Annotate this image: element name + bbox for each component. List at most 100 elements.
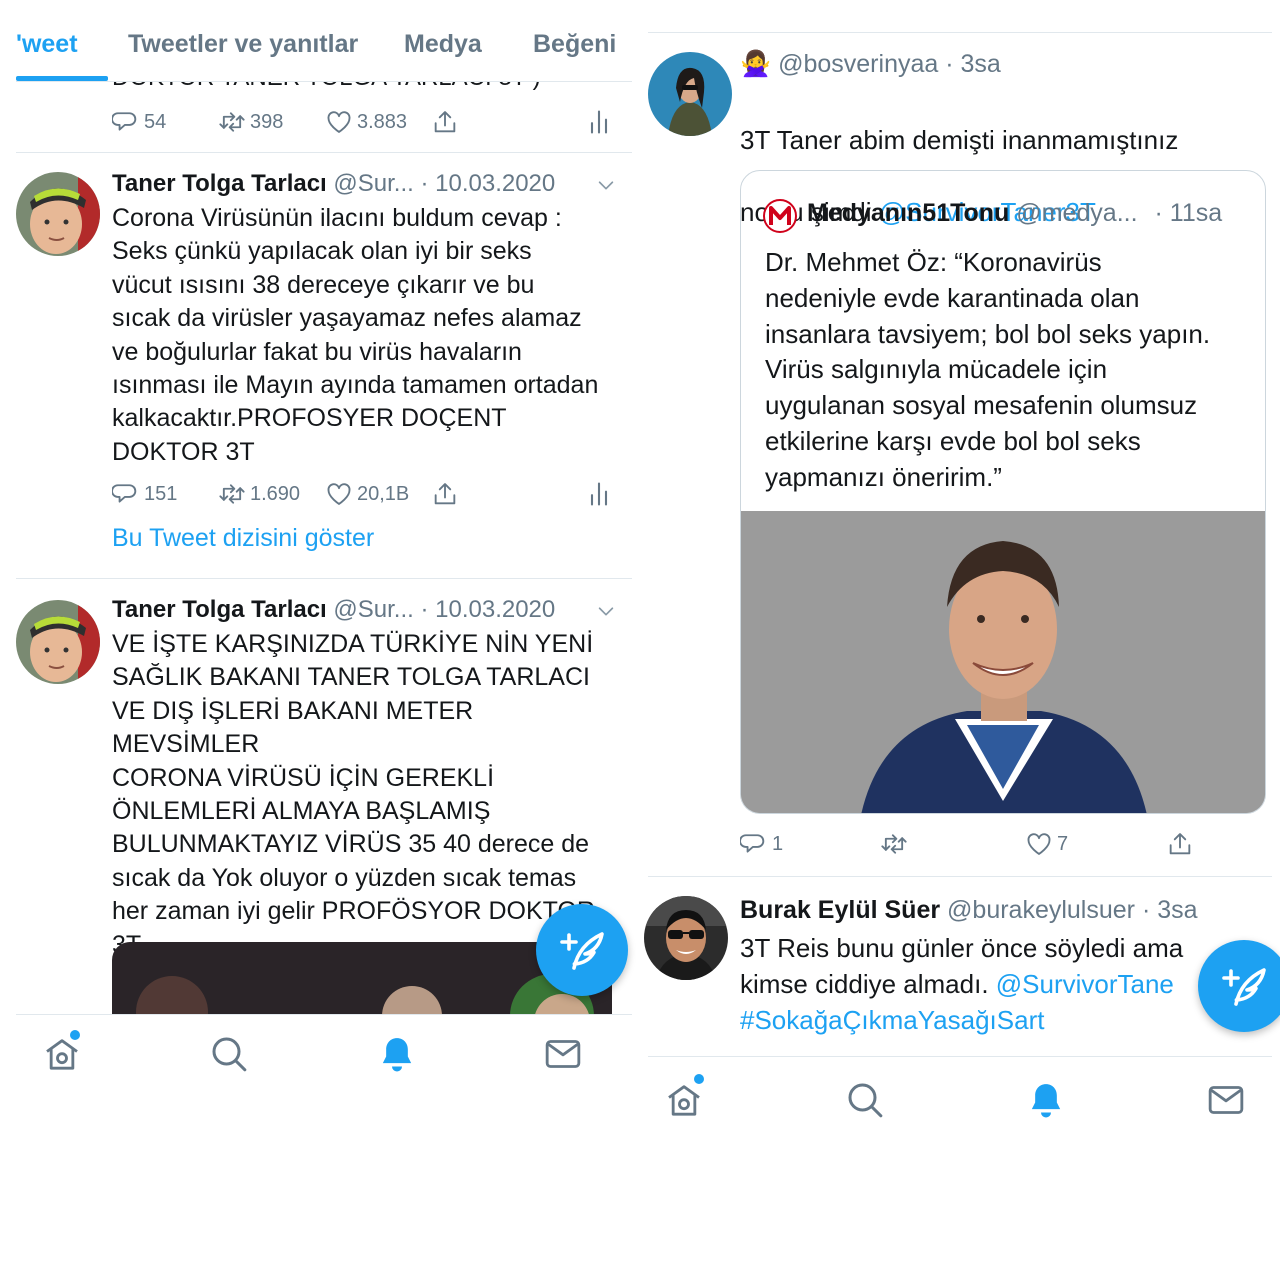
display-name[interactable]: Taner Tolga Tarlacı	[112, 596, 327, 623]
bell-icon[interactable]	[1026, 1080, 1066, 1120]
reply-button[interactable]: 151	[112, 480, 177, 508]
user-handle[interactable]: @Sur...	[333, 596, 413, 623]
retweet-icon	[880, 830, 908, 858]
tweet-header: Taner Tolga Tarlacı @Sur... · 10.03.2020	[112, 596, 555, 624]
tab-tweets[interactable]: 'weet	[16, 30, 78, 59]
like-count: 3.883	[357, 110, 408, 133]
display-name[interactable]: Burak Eylül Süer	[740, 896, 940, 924]
display-name[interactable]: Taner Tolga Tarlacı	[112, 170, 327, 197]
tweet-header: Taner Tolga Tarlacı @Sur... · 10.03.2020	[112, 170, 555, 198]
reply-icon	[112, 108, 140, 136]
retweet-button[interactable]	[880, 830, 908, 858]
right-screenshot: 🙅‍♀️ @bosverinyaa · 3sa 3T Taner abim de…	[640, 0, 1280, 1280]
share-button[interactable]	[431, 480, 459, 508]
reply-count: 1	[772, 832, 784, 855]
like-count: 7	[1057, 832, 1069, 855]
retweet-count: 398	[250, 110, 284, 133]
avatar[interactable]	[648, 52, 732, 136]
search-icon[interactable]	[845, 1080, 885, 1120]
tweet-divider	[648, 876, 1272, 877]
search-icon[interactable]	[209, 1034, 249, 1074]
tweet-time: · 3sa	[945, 50, 1001, 78]
tweet-divider	[648, 32, 1272, 33]
tweet-date: · 10.03.2020	[420, 596, 556, 623]
tweet-text: VE İŞTE KARŞINIZDA TÜRKİYE NİN YENİ SAĞL…	[112, 630, 595, 959]
compose-tweet-button[interactable]	[536, 904, 628, 996]
bottom-nav	[0, 1014, 640, 1104]
retweet-button[interactable]: 1.690	[218, 480, 300, 508]
tweet-divider	[16, 578, 632, 579]
analytics-button[interactable]	[585, 108, 613, 136]
hashtag-link[interactable]: #SokağaÇıkmaYasağıSart	[740, 1002, 1280, 1038]
retweet-icon	[218, 108, 246, 136]
mention-link[interactable]: @SurvivorTane	[996, 969, 1174, 999]
like-button[interactable]: 3.883	[325, 108, 407, 136]
reply-icon	[740, 830, 768, 858]
retweet-icon	[218, 480, 246, 508]
tweet-divider	[16, 152, 632, 153]
like-button[interactable]: 7	[1025, 830, 1068, 858]
tab-media[interactable]: Medya	[404, 30, 482, 59]
compose-tweet-button[interactable]	[1198, 940, 1280, 1032]
notification-dot	[694, 1074, 704, 1084]
retweet-count: 1.690	[250, 482, 301, 505]
mail-icon[interactable]	[543, 1034, 583, 1074]
tweet-header: 🙅‍♀️ @bosverinyaa · 3sa	[740, 50, 1001, 79]
tweet-time: · 3sa	[1141, 896, 1198, 924]
reply-count: 54	[144, 110, 167, 133]
user-handle[interactable]: @bosverinyaa	[778, 50, 938, 78]
reply-button[interactable]: 1	[740, 830, 783, 858]
emoji-display-name[interactable]: 🙅‍♀️	[740, 50, 771, 78]
share-icon	[431, 480, 459, 508]
quoted-handle: @medya...	[1016, 199, 1138, 227]
tweet-header: Burak Eylül Süer @burakeylulsuer · 3sa	[740, 896, 1198, 925]
nav-divider	[16, 1014, 632, 1015]
share-icon	[1166, 830, 1194, 858]
reply-button[interactable]: 54	[112, 108, 166, 136]
profile-tabs: 'weet Tweetler ve yanıtlar Medya Beğeni	[0, 0, 640, 82]
retweet-button[interactable]: 398	[218, 108, 283, 136]
avatar[interactable]	[644, 896, 728, 980]
like-icon	[1025, 830, 1053, 858]
analytics-icon	[585, 108, 613, 136]
share-button[interactable]	[1166, 830, 1194, 858]
like-icon	[325, 480, 353, 508]
like-count: 20,1B	[357, 482, 410, 505]
nav-divider	[648, 1056, 1272, 1057]
analytics-icon	[585, 480, 613, 508]
home-icon[interactable]	[42, 1034, 82, 1074]
tweet-text-line: 3T Taner abim demişti inanmamıştınız	[740, 125, 1179, 155]
like-icon	[325, 108, 353, 136]
reply-count: 151	[144, 482, 178, 505]
home-icon[interactable]	[664, 1080, 704, 1120]
left-screenshot: 'weet Tweetler ve yanıtlar Medya Beğeni …	[0, 0, 640, 1280]
notification-dot	[70, 1030, 80, 1040]
show-thread-link[interactable]: Bu Tweet dizisini göster	[112, 524, 374, 553]
bell-icon[interactable]	[377, 1034, 417, 1074]
avatar[interactable]	[16, 172, 100, 256]
quoted-display-name: Medyanın51Tonu	[807, 199, 1010, 227]
user-handle[interactable]: @Sur...	[333, 170, 413, 197]
quoted-tweet[interactable]: Medyanın51Tonu @medya... · 11sa Dr. Mehm…	[740, 170, 1266, 814]
mail-icon[interactable]	[1206, 1080, 1246, 1120]
user-handle[interactable]: @burakeylulsuer	[947, 896, 1135, 924]
tab-likes[interactable]: Beğeni	[533, 30, 616, 59]
compose-icon	[1220, 962, 1268, 1010]
quoted-text: Dr. Mehmet Öz: “Koronavirüs nedeniyle ev…	[765, 247, 1211, 492]
quoted-media[interactable]	[741, 511, 1265, 813]
avatar[interactable]	[16, 600, 100, 684]
chevron-down-icon[interactable]	[595, 600, 617, 622]
tweet-text-part: kimse ciddiye almadı.	[740, 969, 996, 999]
tabs-divider	[16, 81, 632, 82]
share-button[interactable]	[431, 108, 459, 136]
quoted-avatar	[763, 199, 797, 233]
bottom-nav	[640, 1056, 1280, 1156]
tweet-text-line: 3T Reis bunu günler önce söyledi ama	[740, 933, 1184, 963]
like-button[interactable]: 20,1B	[325, 480, 409, 508]
quoted-time: · 11sa	[1154, 199, 1223, 227]
tab-tweets-and-replies[interactable]: Tweetler ve yanıtlar	[128, 30, 358, 59]
chevron-down-icon[interactable]	[595, 174, 617, 196]
analytics-button[interactable]	[585, 480, 613, 508]
quoted-header: Medyanın51Tonu @medya... · 11sa	[807, 199, 1222, 228]
tweet-text: Corona Virüsünün ilacını buldum cevap : …	[112, 204, 599, 466]
